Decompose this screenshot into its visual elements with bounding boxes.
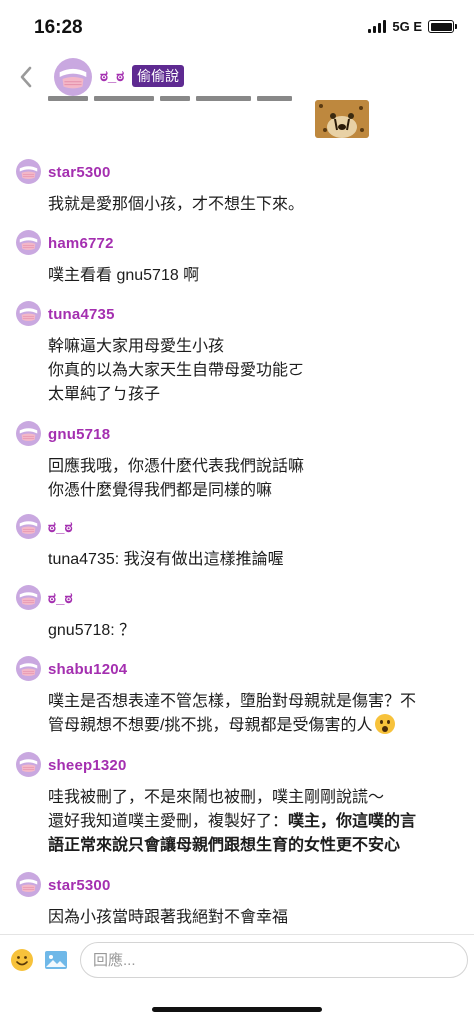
reply-bar (0, 934, 474, 986)
message-text: tuna4735: 我沒有做出這樣推論喔 (48, 548, 458, 572)
chat-header: ಠ_ಠ 偷偷說 (0, 56, 474, 100)
chevron-left-icon (20, 66, 32, 88)
username[interactable]: ಠ_ಠ (48, 519, 73, 536)
username[interactable]: gnu5718 (48, 426, 110, 443)
username[interactable]: star5300 (48, 164, 111, 181)
message-text: 哇我被刪了，不是來鬧也被刪，噗主剛剛說謊～ 還好我知道噗主愛刪，複製好了：噗主，… (48, 786, 458, 858)
avatar[interactable] (16, 656, 41, 681)
message-line-text: 管母親想不想要/挑不挑，母親都是受傷害的人 (48, 717, 373, 734)
avatar[interactable] (16, 585, 41, 610)
avatar[interactable] (16, 514, 41, 539)
back-button[interactable] (12, 62, 40, 92)
network-type: 5G E (392, 19, 422, 34)
message-line: 語正常來說只會讓母親們跟想生育的女性更不安心 (48, 834, 458, 858)
avatar[interactable] (16, 159, 41, 184)
message-text: 因為小孩當時跟著我絕對不會幸福 (48, 906, 458, 930)
avatar[interactable] (16, 421, 41, 446)
message-text: 我就是愛那個小孩，才不想生下來。 (48, 193, 458, 217)
cheetah-thumbnail[interactable] (315, 100, 369, 138)
anonymous-badge: 偷偷說 (132, 65, 184, 87)
message-line: 我就是愛那個小孩，才不想生下來。 (48, 196, 305, 213)
status-bar: 16:28 5G E (0, 0, 474, 56)
message-line: 太單純了ㄅ孩子 (48, 386, 161, 403)
message-line: 管母親想不想要/挑不挑，母親都是受傷害的人 (48, 714, 458, 738)
username[interactable]: shabu1204 (48, 661, 127, 678)
message-line: 你真的以為大家天生自帶母愛功能ㄛ (48, 362, 305, 379)
message-line: 因為小孩當時跟著我絕對不會幸福 (48, 909, 289, 926)
avatar[interactable] (16, 230, 41, 255)
avatar[interactable] (16, 301, 41, 326)
message-line: gnu5718: ？ (48, 622, 136, 639)
message-text: 回應我哦，你憑什麼代表我們說話嘛 你憑什麼覺得我們都是同樣的嘛 (48, 455, 458, 503)
status-icons: 5G E (368, 19, 457, 34)
status-time: 16:28 (34, 17, 83, 38)
message-text: 噗主是否想表達不管怎樣，墮胎對母親就是傷害？不 管母親想不想要/挑不挑，母親都是… (48, 690, 458, 738)
message-line: 你憑什麼覺得我們都是同樣的嘛 (48, 482, 273, 499)
username[interactable]: star5300 (48, 877, 111, 894)
message-line: tuna4735: 我沒有做出這樣推論喔 (48, 551, 284, 568)
avatar[interactable] (16, 752, 41, 777)
message-line: 哇我被刪了，不是來鬧也被刪，噗主剛剛說謊～ (48, 789, 385, 806)
truncated-previous-text (48, 96, 298, 104)
surprised-face-emoji-icon (375, 714, 396, 734)
message-text: 噗主看看 gnu5718 啊 (48, 264, 458, 288)
username[interactable]: sheep1320 (48, 757, 127, 774)
username[interactable]: tuna4735 (48, 306, 115, 323)
username[interactable]: ಠ_ಠ (48, 590, 73, 607)
quoted-bold-text: 語正常來說只會讓母親們跟想生育的女性更不安心 (48, 837, 401, 854)
quoted-bold-text: 噗主，你這噗的言 (288, 813, 417, 830)
message-line: 還好我知道噗主愛刪，複製好了：噗主，你這噗的言 (48, 810, 458, 834)
message-line: 回應我哦，你憑什麼代表我們說話嘛 (48, 458, 305, 475)
avatar[interactable] (16, 872, 41, 897)
chat-list[interactable]: star5300 我就是愛那個小孩，才不想生下來。 ham6772 噗主看看 g… (0, 96, 474, 934)
reply-input[interactable] (80, 942, 468, 978)
message-line: 噗主是否想表達不管怎樣，墮胎對母親就是傷害？不 (48, 693, 417, 710)
message-text: gnu5718: ？ (48, 619, 458, 643)
message-line: 噗主看看 gnu5718 啊 (48, 267, 200, 284)
image-icon[interactable] (44, 948, 68, 972)
home-indicator (152, 1007, 322, 1012)
avatar[interactable] (54, 58, 92, 96)
smiley-icon[interactable] (10, 948, 34, 972)
username[interactable]: ham6772 (48, 235, 114, 252)
battery-icon (428, 20, 457, 33)
message-text: 幹嘛逼大家用母愛生小孩 你真的以為大家天生自帶母愛功能ㄛ 太單純了ㄅ孩子 (48, 335, 458, 407)
message-line: 幹嘛逼大家用母愛生小孩 (48, 338, 225, 355)
signal-icon (368, 20, 387, 33)
header-title: ಠ_ಠ (100, 68, 125, 85)
message-line-text: 還好我知道噗主愛刪，複製好了： (48, 813, 289, 830)
